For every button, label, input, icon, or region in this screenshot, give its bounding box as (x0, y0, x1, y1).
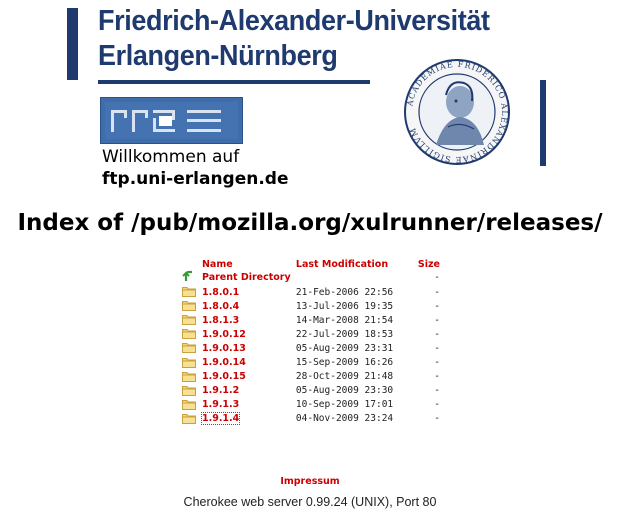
header-rule (98, 80, 370, 84)
modified-date: 04-Nov-2009 23:24 (295, 413, 394, 425)
table-row: 1.9.1.3 10-Sep-2009 17:01 - (180, 398, 440, 412)
folder-icon (182, 342, 196, 354)
parent-size: - (434, 272, 440, 283)
table-row: 1.8.0.4 13-Jul-2006 19:35 - (180, 299, 440, 313)
table-row: 1.9.0.12 22-Jul-2009 18:53 - (180, 327, 440, 341)
directory-link[interactable]: 1.9.1.3 (202, 399, 239, 410)
modified-date: 10-Sep-2009 17:01 (295, 399, 394, 411)
file-size: - (434, 371, 440, 383)
file-size: - (434, 357, 440, 369)
file-table: Name Last Modification Size Parent Direc… (180, 258, 440, 426)
directory-link[interactable]: 1.9.0.14 (202, 357, 246, 368)
folder-icon (182, 328, 196, 340)
table-row: 1.8.0.1 21-Feb-2006 22:56 - (180, 285, 440, 299)
rrze-logo (100, 97, 243, 144)
impressum-block: Impressum (0, 469, 620, 488)
table-row: 1.9.0.13 05-Aug-2009 23:31 - (180, 341, 440, 355)
file-size: - (434, 413, 440, 425)
file-size: - (434, 328, 440, 340)
parent-directory-row: Parent Directory - (180, 270, 440, 285)
modified-date: 15-Sep-2009 16:26 (295, 357, 394, 369)
up-arrow-icon (182, 270, 196, 282)
directory-link[interactable]: 1.9.0.13 (202, 343, 246, 354)
folder-icon (182, 413, 196, 424)
modified-date: 22-Jul-2009 18:53 (295, 328, 394, 340)
folder-icon (182, 385, 196, 396)
modified-date: 14-Mar-2008 21:54 (295, 314, 394, 326)
table-header-row: Name Last Modification Size (180, 258, 440, 270)
folder-icon (182, 286, 196, 298)
name-column-header[interactable]: Name (202, 258, 296, 270)
directory-link[interactable]: 1.9.0.15 (202, 371, 246, 382)
header-right-bar (540, 80, 546, 166)
modified-date: 13-Jul-2006 19:35 (295, 300, 394, 312)
file-size: - (434, 385, 440, 397)
folder-icon (182, 314, 196, 326)
modified-date: 21-Feb-2006 22:56 (295, 286, 394, 298)
file-size: - (434, 300, 440, 312)
directory-link[interactable]: 1.8.1.3 (202, 315, 239, 326)
page-title: Index of /pub/mozilla.org/xulrunner/rele… (17, 210, 603, 236)
host-name: ftp.uni-erlangen.de (102, 169, 289, 189)
folder-icon (182, 399, 196, 410)
university-seal: ACADEMIAE FRIDERICO ALEXANDRINAE SIGILLV… (384, 57, 530, 168)
folder-icon (182, 371, 196, 382)
modified-date: 05-Aug-2009 23:31 (295, 342, 394, 354)
impressum-link[interactable]: Impressum (280, 476, 339, 487)
university-name-line1: Friedrich-Alexander-Universität (98, 5, 490, 37)
table-row: 1.9.0.15 28-Oct-2009 21:48 - (180, 370, 440, 384)
table-row: 1.9.1.4 04-Nov-2009 23:24 - (180, 412, 440, 426)
server-signature: Cherokee web server 0.99.24 (UNIX), Port… (183, 495, 437, 509)
directory-link[interactable]: 1.9.1.4 (200, 412, 241, 426)
directory-link[interactable]: 1.9.0.12 (202, 329, 246, 340)
parent-directory-link[interactable]: Parent Directory (202, 272, 291, 283)
directory-listing: Name Last Modification Size Parent Direc… (180, 258, 440, 426)
modified-date: 05-Aug-2009 23:30 (295, 385, 394, 397)
size-column-header[interactable]: Size (418, 258, 440, 270)
file-size: - (434, 399, 440, 411)
table-row: 1.9.1.2 05-Aug-2009 23:30 - (180, 384, 440, 398)
folder-icon (182, 357, 196, 368)
file-size: - (434, 286, 440, 298)
file-size: - (434, 314, 440, 326)
icon-column-header (180, 258, 202, 270)
directory-link[interactable]: 1.8.0.4 (202, 301, 239, 312)
table-row: 1.8.1.3 14-Mar-2008 21:54 - (180, 313, 440, 327)
modified-date: 28-Oct-2009 21:48 (295, 371, 394, 383)
directory-link[interactable]: 1.9.1.2 (202, 385, 239, 396)
table-row: 1.9.0.14 15-Sep-2009 16:26 - (180, 355, 440, 369)
file-size: - (434, 342, 440, 354)
modified-column-header[interactable]: Last Modification (296, 258, 418, 270)
site-header: Friedrich-Alexander-Universität Erlangen… (0, 0, 620, 200)
welcome-text: Willkommen auf (102, 147, 240, 167)
folder-icon (182, 300, 196, 312)
directory-link[interactable]: 1.8.0.1 (202, 287, 239, 298)
header-left-bar (67, 8, 78, 80)
